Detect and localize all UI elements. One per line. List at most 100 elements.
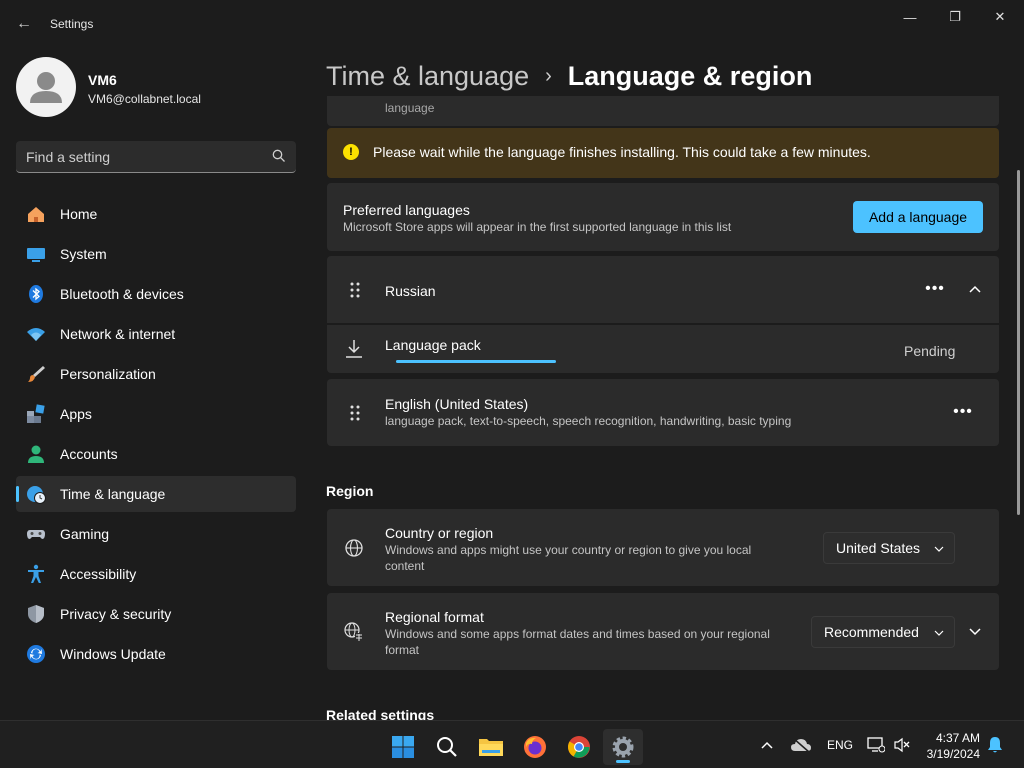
active-indicator xyxy=(16,486,19,502)
sidebar-item-home[interactable]: Home xyxy=(16,196,296,232)
sidebar-item-label: Accessibility xyxy=(60,566,137,582)
volume-muted-icon xyxy=(894,737,910,753)
add-language-button[interactable]: Add a language xyxy=(853,201,983,233)
install-warning-banner: ! Please wait while the language finishe… xyxy=(327,128,999,178)
language-pack-row: Language pack Pending xyxy=(327,325,999,373)
sidebar-item-time-language[interactable]: Time & language xyxy=(16,476,296,512)
user-avatar-icon xyxy=(30,72,62,103)
sidebar-item-label: Privacy & security xyxy=(60,606,172,622)
partial-card-text: language xyxy=(385,101,435,115)
volume-button[interactable] xyxy=(893,721,911,768)
sidebar-item-label: Network & internet xyxy=(60,326,176,342)
sidebar-item-privacy[interactable]: Privacy & security xyxy=(16,596,296,632)
search-box[interactable] xyxy=(16,141,296,173)
language-pack-status: Pending xyxy=(904,343,956,359)
network-status-button[interactable] xyxy=(867,721,885,768)
regional-format-title: Regional format xyxy=(385,609,484,625)
notifications-button[interactable] xyxy=(987,721,1003,768)
more-options-button[interactable]: ••• xyxy=(949,398,977,426)
sidebar-item-label: Home xyxy=(60,206,98,222)
search-input[interactable] xyxy=(26,147,266,167)
firefox-icon xyxy=(524,736,546,758)
minimize-icon: — xyxy=(903,9,917,25)
language-format-icon xyxy=(344,622,363,641)
user-email: VM6@collabnet.local xyxy=(88,92,201,106)
language-name: Russian xyxy=(385,283,436,299)
sidebar-item-accounts[interactable]: Accounts xyxy=(16,436,296,472)
country-region-title: Country or region xyxy=(385,525,494,541)
bluetooth-icon xyxy=(29,285,43,303)
country-region-dropdown[interactable]: United States xyxy=(823,532,955,564)
taskbar-search-button[interactable] xyxy=(427,729,467,765)
onedrive-button[interactable] xyxy=(790,721,812,768)
sidebar-item-apps[interactable]: Apps xyxy=(16,396,296,432)
clock-time: 4:37 AM xyxy=(935,731,980,745)
sidebar-item-label: Personalization xyxy=(60,366,156,382)
window-title: Settings xyxy=(50,17,94,31)
sidebar-item-personalization[interactable]: Personalization xyxy=(16,356,296,392)
drag-handle-icon[interactable] xyxy=(349,281,361,299)
input-language-label: ENG xyxy=(827,738,854,752)
language-item-english[interactable]: English (United States) language pack, t… xyxy=(327,379,999,446)
close-button[interactable]: ✕ xyxy=(978,6,1022,28)
search-icon[interactable] xyxy=(272,149,286,163)
sidebar-item-windows-update[interactable]: Windows Update xyxy=(16,636,296,672)
file-explorer-icon xyxy=(479,739,503,756)
scrollbar-thumb[interactable] xyxy=(1017,170,1020,515)
globe-clock-icon xyxy=(27,486,46,504)
regional-format-dropdown[interactable]: Recommended xyxy=(811,616,955,648)
close-icon: ✕ xyxy=(994,9,1006,24)
language-features: language pack, text-to-speech, speech re… xyxy=(385,414,792,428)
brush-icon xyxy=(28,366,45,382)
minimize-button[interactable]: — xyxy=(888,6,932,28)
language-pack-progress xyxy=(396,360,556,363)
tray-overflow-button[interactable] xyxy=(760,721,774,768)
chevron-down-icon xyxy=(934,630,944,636)
country-region-subtitle-line2: content xyxy=(385,559,425,573)
taskbar-settings[interactable] xyxy=(603,729,643,765)
gamepad-icon xyxy=(27,530,45,539)
language-pack-label: Language pack xyxy=(385,337,481,353)
more-options-button[interactable]: ••• xyxy=(921,275,949,303)
bell-icon xyxy=(988,737,1002,753)
start-button[interactable] xyxy=(383,729,423,765)
region-heading: Region xyxy=(326,483,374,499)
chevron-up-icon xyxy=(969,285,981,293)
drag-handle-icon[interactable] xyxy=(349,404,361,422)
back-arrow-icon: ← xyxy=(16,15,32,32)
sidebar-item-accessibility[interactable]: Accessibility xyxy=(16,556,296,592)
breadcrumb-parent[interactable]: Time & language xyxy=(326,61,529,92)
sidebar-item-bluetooth[interactable]: Bluetooth & devices xyxy=(16,276,296,312)
regional-format-value: Recommended xyxy=(824,624,919,640)
progress-fill xyxy=(396,360,556,363)
taskbar-chrome[interactable] xyxy=(559,729,599,765)
apps-icon xyxy=(27,404,45,423)
wifi-icon xyxy=(27,328,45,341)
restore-icon: ❐ xyxy=(949,9,961,24)
maximize-button[interactable]: ❐ xyxy=(933,6,977,28)
network-icon xyxy=(867,737,885,753)
chevron-right-icon: › xyxy=(545,64,552,87)
sidebar-item-network[interactable]: Network & internet xyxy=(16,316,296,352)
preferred-languages-title: Preferred languages xyxy=(343,202,470,218)
taskbar-firefox[interactable] xyxy=(515,729,555,765)
regional-format-subtitle-line1: Windows and some apps format dates and t… xyxy=(385,627,770,641)
regional-format-card[interactable]: Regional format Windows and some apps fo… xyxy=(327,593,999,670)
language-item-russian[interactable]: Russian ••• xyxy=(327,256,999,323)
cloud-offline-icon xyxy=(791,737,811,753)
avatar[interactable] xyxy=(16,57,76,117)
collapse-button[interactable] xyxy=(961,275,989,303)
taskbar-file-explorer[interactable] xyxy=(471,729,511,765)
country-region-subtitle-line1: Windows and apps might use your country … xyxy=(385,543,752,557)
sidebar-item-gaming[interactable]: Gaming xyxy=(16,516,296,552)
sidebar-item-label: Time & language xyxy=(60,486,166,502)
sidebar-item-system[interactable]: System xyxy=(16,236,296,272)
input-language-indicator[interactable]: ENG xyxy=(827,721,853,768)
expand-button[interactable] xyxy=(961,618,989,646)
home-icon xyxy=(28,207,44,222)
clock[interactable]: 4:37 AM 3/19/2024 xyxy=(927,730,980,762)
globe-icon xyxy=(345,539,363,557)
clock-date: 3/19/2024 xyxy=(926,747,980,761)
back-button[interactable]: ← xyxy=(10,10,38,38)
accessibility-icon xyxy=(28,564,44,583)
